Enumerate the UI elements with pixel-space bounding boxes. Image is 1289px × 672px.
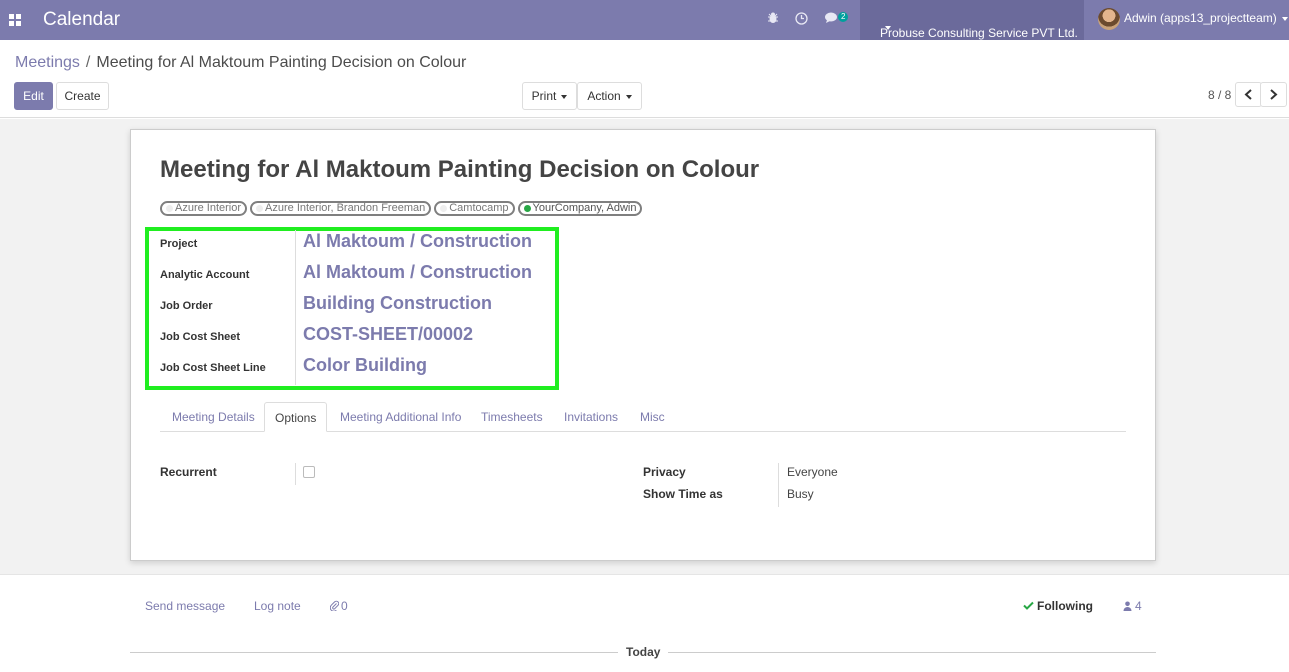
chevron-left-icon	[1244, 89, 1252, 100]
attendee-tag: Azure Interior	[160, 201, 248, 216]
project-link[interactable]: Al Maktoum / Construction	[303, 231, 532, 252]
show-time-as-value: Busy	[787, 487, 814, 501]
field-divider	[778, 463, 779, 507]
privacy-label: Privacy	[643, 465, 686, 479]
analytic-account-label: Analytic Account	[160, 269, 250, 281]
messages-icon[interactable]	[825, 12, 839, 27]
print-dropdown[interactable]: Print	[522, 82, 577, 110]
activity-clock-icon[interactable]	[795, 12, 808, 28]
analytic-account-link[interactable]: Al Maktoum / Construction	[303, 262, 532, 283]
attendee-status-dot	[166, 205, 173, 212]
tab-invitations[interactable]: Invitations	[554, 402, 628, 432]
project-label: Project	[160, 238, 198, 250]
chevron-down-icon	[561, 94, 568, 99]
chevron-down-icon	[885, 26, 891, 30]
chevron-down-icon	[625, 94, 632, 99]
form-view: Meeting for Al Maktoum Painting Decision…	[0, 119, 1289, 574]
record-title: Meeting for Al Maktoum Painting Decision…	[160, 156, 760, 183]
tab-meeting-details[interactable]: Meeting Details	[162, 402, 265, 432]
breadcrumb-separator: /	[85, 54, 91, 71]
attendee-tag: YourCompany, Adwin	[517, 201, 643, 216]
breadcrumb-current: Meeting for Al Maktoum Painting Decision…	[96, 54, 467, 71]
user-name: Adwin (apps13_projectteam)	[1124, 11, 1277, 26]
breadcrumb: Meetings / Meeting for Al Maktoum Painting…	[15, 54, 466, 72]
check-icon	[1023, 601, 1034, 610]
action-dropdown[interactable]: Action	[577, 82, 642, 110]
messages-count-badge: 2	[838, 12, 849, 22]
job-cost-sheet-label: Job Cost Sheet	[160, 331, 241, 343]
job-cost-sheet-line-label: Job Cost Sheet Line	[160, 362, 266, 374]
control-panel: Meetings / Meeting for Al Maktoum Painting…	[0, 40, 1289, 118]
avatar	[1098, 8, 1120, 30]
chevron-right-icon	[1270, 89, 1278, 100]
attendee-status-dot	[523, 205, 531, 212]
attachments-count: 0	[341, 599, 348, 613]
attendee-tag: Camtocamp	[434, 201, 515, 216]
attendee-label: YourCompany, Adwin	[532, 202, 637, 214]
user-menu[interactable]: Adwin (apps13_projectteam)	[1098, 8, 1288, 30]
breadcrumb-meetings-link[interactable]: Meetings	[15, 54, 80, 71]
create-button[interactable]: Create	[56, 82, 109, 110]
print-label: Print	[531, 89, 557, 103]
attendee-label: Camtocamp	[449, 202, 509, 214]
attendee-status-dot	[440, 205, 448, 212]
pager-previous-button[interactable]	[1235, 82, 1262, 107]
edit-button[interactable]: Edit	[14, 82, 53, 110]
pager-value[interactable]: 8 / 8	[1208, 88, 1231, 102]
notebook-tabs: Meeting Details Options Meeting Addition…	[160, 402, 1126, 432]
job-order-link[interactable]: Building Construction	[303, 293, 492, 314]
top-navbar: Calendar 2 Probuse Consulting Service PV…	[0, 0, 1289, 40]
tab-timesheets[interactable]: Timesheets	[471, 402, 553, 432]
job-cost-sheet-link[interactable]: COST-SHEET/00002	[303, 324, 473, 345]
action-label: Action	[587, 89, 621, 103]
job-order-label: Job Order	[160, 300, 213, 312]
form-sheet: Meeting for Al Maktoum Painting Decision…	[130, 129, 1156, 561]
pager-next-button[interactable]	[1260, 82, 1287, 107]
following-button[interactable]: Following	[1023, 599, 1093, 613]
today-label: Today	[618, 645, 669, 659]
attendee-status-dot	[256, 205, 264, 212]
paperclip-icon	[329, 600, 340, 612]
bug-icon[interactable]	[767, 12, 779, 27]
attendee-label: Azure Interior, Brandon Freeman	[265, 202, 426, 214]
privacy-value: Everyone	[787, 465, 838, 479]
chatter: Send message Log note 0 Following 4 Toda…	[0, 574, 1289, 672]
field-divider	[295, 230, 296, 385]
following-label: Following	[1037, 599, 1093, 613]
attendee-label: Azure Interior	[175, 202, 242, 214]
log-note-button[interactable]: Log note	[254, 599, 301, 613]
recurrent-checkbox[interactable]	[303, 466, 315, 478]
field-divider	[295, 463, 296, 485]
attendee-tag: Azure Interior, Brandon Freeman	[250, 201, 432, 216]
attachments-button[interactable]: 0	[329, 599, 348, 613]
app-title[interactable]: Calendar	[43, 9, 120, 31]
apps-menu-icon[interactable]	[9, 14, 21, 26]
followers-count: 4	[1135, 599, 1142, 613]
attendee-tags: Azure Interior Azure Interior, Brandon Fr…	[160, 199, 645, 216]
company-name: Probuse Consulting Service PVT Ltd.	[880, 26, 1078, 40]
tab-misc[interactable]: Misc	[630, 402, 675, 432]
tab-options[interactable]: Options	[264, 402, 328, 432]
job-cost-sheet-line-link[interactable]: Color Building	[303, 355, 427, 376]
tab-meeting-additional-info[interactable]: Meeting Additional Info	[330, 402, 471, 432]
send-message-button[interactable]: Send message	[145, 599, 225, 613]
followers-button[interactable]: 4	[1123, 599, 1142, 613]
show-time-as-label: Show Time as	[643, 487, 723, 501]
recurrent-label: Recurrent	[160, 465, 217, 479]
company-switcher[interactable]: Probuse Consulting Service PVT Ltd.	[860, 0, 1084, 40]
user-icon	[1123, 601, 1132, 611]
chevron-down-icon	[1281, 17, 1288, 21]
